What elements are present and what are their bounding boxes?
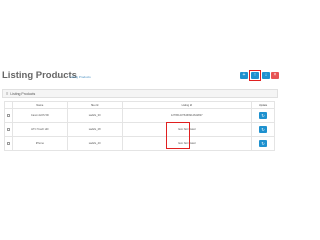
row-select-cell xyxy=(4,136,13,151)
download-icon: ↓ xyxy=(264,72,268,78)
column-header-listing[interactable]: Listing Id xyxy=(121,101,253,109)
listing-table: Name Sku Id Listing Id Update Canon EOS … xyxy=(4,101,275,151)
plus-icon: + xyxy=(242,72,246,78)
list-icon: ≡ xyxy=(6,91,9,96)
delete-icon: × xyxy=(273,72,277,78)
name-cell: HTC Touch HD xyxy=(11,122,68,137)
sku-cell: sadsfs_40 xyxy=(66,136,123,151)
panel-title: Listing Products xyxy=(10,91,36,96)
name-cell: iPhone xyxy=(11,136,68,151)
refresh-icon: ↻ xyxy=(261,112,265,118)
table-row: HTC Touch HD sadsfs_28 Item Not Listed ↻ xyxy=(4,122,275,137)
table-header-row: Name Sku Id Listing Id Update xyxy=(4,101,275,109)
breadcrumb-home[interactable]: Home xyxy=(56,75,64,79)
breadcrumb-separator: » xyxy=(65,75,68,79)
delete-button[interactable]: × xyxy=(271,72,279,79)
refresh-icon: ↻ xyxy=(261,126,265,132)
row-checkbox[interactable] xyxy=(6,141,10,145)
update-button[interactable]: ↻ xyxy=(259,112,268,119)
name-cell: Canon EOS 5D xyxy=(11,108,68,123)
table-row: iPhone sadsfs_40 Item Not Listed ↻ xyxy=(4,136,275,151)
update-cell: ↻ xyxy=(251,122,275,137)
column-header-name[interactable]: Name xyxy=(11,101,68,109)
listing-cell: 1276514376466914642827 xyxy=(121,108,253,123)
toolbar: + ↑ ↓ × xyxy=(240,70,279,81)
download-button[interactable]: ↓ xyxy=(262,72,270,79)
annotation-highlight-box xyxy=(166,122,190,149)
breadcrumb: Home » Listing Products xyxy=(56,75,91,79)
column-header-update: Update xyxy=(251,101,275,109)
panel-heading: ≡ Listing Products xyxy=(2,89,278,98)
row-select-cell xyxy=(4,122,13,137)
update-cell: ↻ xyxy=(251,136,275,151)
row-checkbox[interactable] xyxy=(6,113,10,117)
sku-cell: sadsfs_28 xyxy=(66,122,123,137)
update-cell: ↻ xyxy=(251,108,275,123)
add-button[interactable]: + xyxy=(240,72,248,79)
highlighted-button-frame: ↑ xyxy=(249,70,261,81)
update-button[interactable]: ↻ xyxy=(259,126,268,133)
upload-button[interactable]: ↑ xyxy=(251,72,259,79)
column-header-select xyxy=(4,101,13,109)
sku-cell: sadsfs_30 xyxy=(66,108,123,123)
column-header-sku[interactable]: Sku Id xyxy=(66,101,123,109)
row-select-cell xyxy=(4,108,13,123)
table-row: Canon EOS 5D sadsfs_30 12765143764669146… xyxy=(4,108,275,123)
update-button[interactable]: ↻ xyxy=(259,140,268,147)
refresh-icon: ↻ xyxy=(261,140,265,146)
row-checkbox[interactable] xyxy=(6,127,10,131)
upload-icon: ↑ xyxy=(253,72,257,78)
breadcrumb-current[interactable]: Listing Products xyxy=(69,75,90,79)
